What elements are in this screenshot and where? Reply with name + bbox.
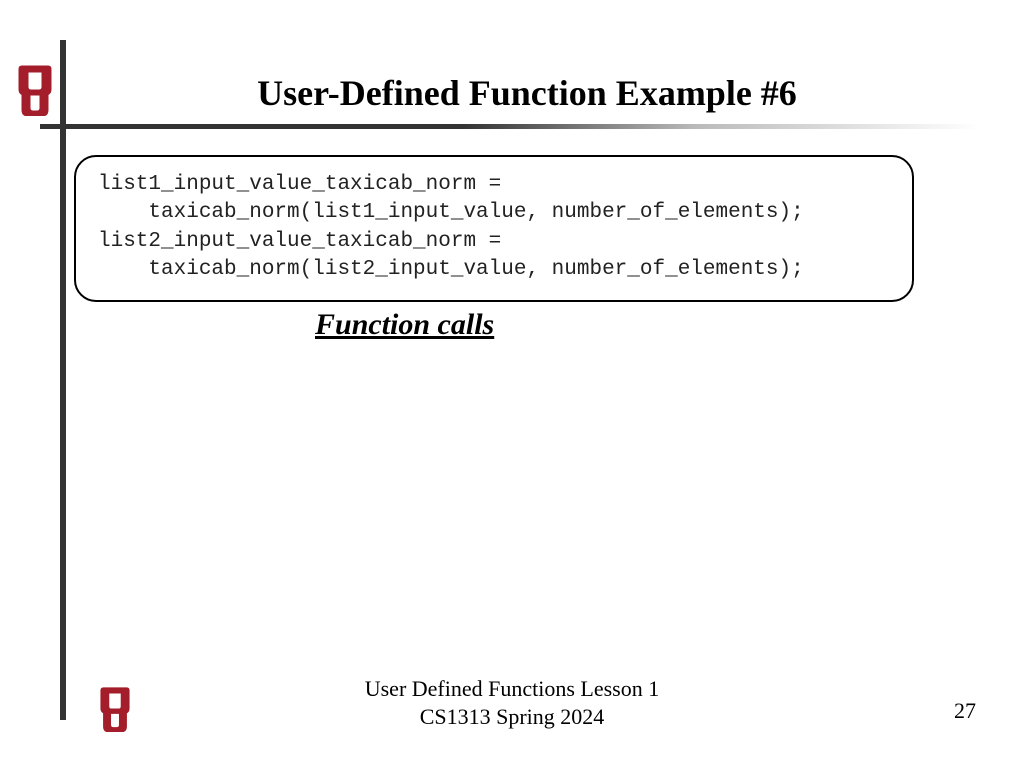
code-block: list1_input_value_taxicab_norm = taxicab… — [74, 155, 914, 302]
subtitle-label: Function calls — [315, 308, 494, 342]
ou-logo-icon — [18, 64, 52, 116]
page-number: 27 — [954, 698, 976, 724]
horizontal-rule — [40, 124, 980, 129]
vertical-rule — [60, 40, 66, 720]
footer-text: User Defined Functions Lesson 1 CS1313 S… — [0, 675, 1024, 730]
footer-line-2: CS1313 Spring 2024 — [0, 703, 1024, 731]
slide: User-Defined Function Example #6 list1_i… — [0, 0, 1024, 768]
footer-line-1: User Defined Functions Lesson 1 — [0, 675, 1024, 703]
slide-title: User-Defined Function Example #6 — [70, 72, 984, 114]
